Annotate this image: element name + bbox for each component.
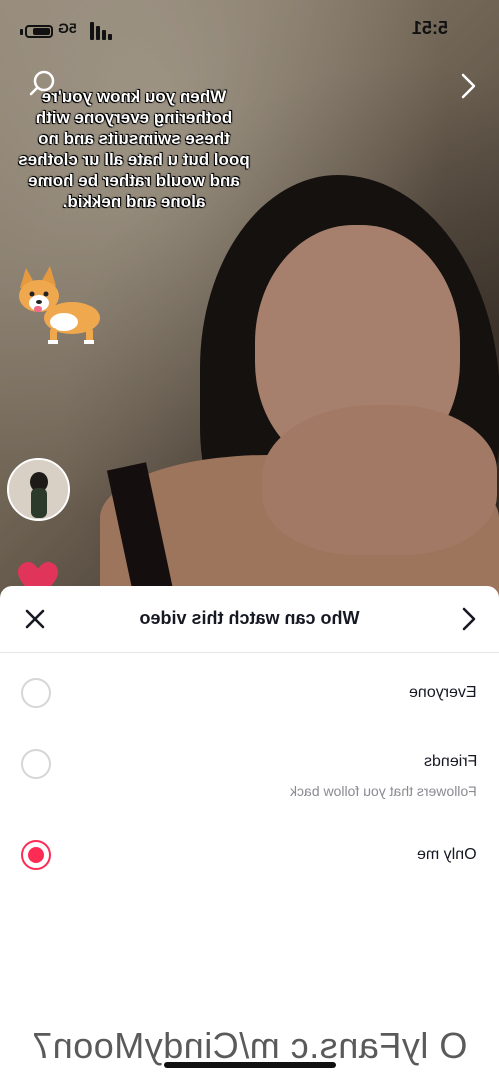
- sheet-title: Who can watch this video: [139, 608, 360, 628]
- watermark-text: O lyFans.c m/CindyMoon7: [31, 1025, 468, 1066]
- creator-avatar[interactable]: [7, 458, 70, 521]
- signal-icon: [90, 22, 114, 40]
- option-only-me[interactable]: Only me: [0, 822, 499, 892]
- battery-nub: [20, 29, 23, 35]
- radio-only-me-selected[interactable]: [21, 840, 51, 870]
- option-label: Only me: [417, 846, 477, 863]
- corgi-sticker-icon: [12, 258, 104, 350]
- option-everyone[interactable]: Everyone: [0, 658, 499, 728]
- back-chevron-icon[interactable]: [452, 602, 486, 636]
- battery-icon: [25, 25, 53, 38]
- app-screen: 5:51 5G When you know you're bothering e…: [0, 0, 499, 1079]
- radio-friends[interactable]: [21, 749, 51, 779]
- privacy-bottom-sheet: Who can watch this video Everyone Friend…: [0, 586, 499, 1079]
- option-label: Everyone: [409, 684, 477, 701]
- sheet-header: Who can watch this video: [0, 586, 499, 653]
- option-friends[interactable]: Friends Followers that you follow back: [0, 731, 499, 811]
- status-time: 5:51: [412, 18, 449, 38]
- video-caption: When you know you're bothering everyone …: [18, 87, 250, 211]
- home-indicator: [164, 1062, 336, 1068]
- radio-everyone[interactable]: [21, 678, 51, 708]
- option-sublabel: Followers that you follow back: [290, 783, 477, 799]
- status-network: 5G: [58, 20, 77, 36]
- chevron-right-icon[interactable]: [452, 70, 484, 102]
- option-label: Friends: [423, 753, 477, 770]
